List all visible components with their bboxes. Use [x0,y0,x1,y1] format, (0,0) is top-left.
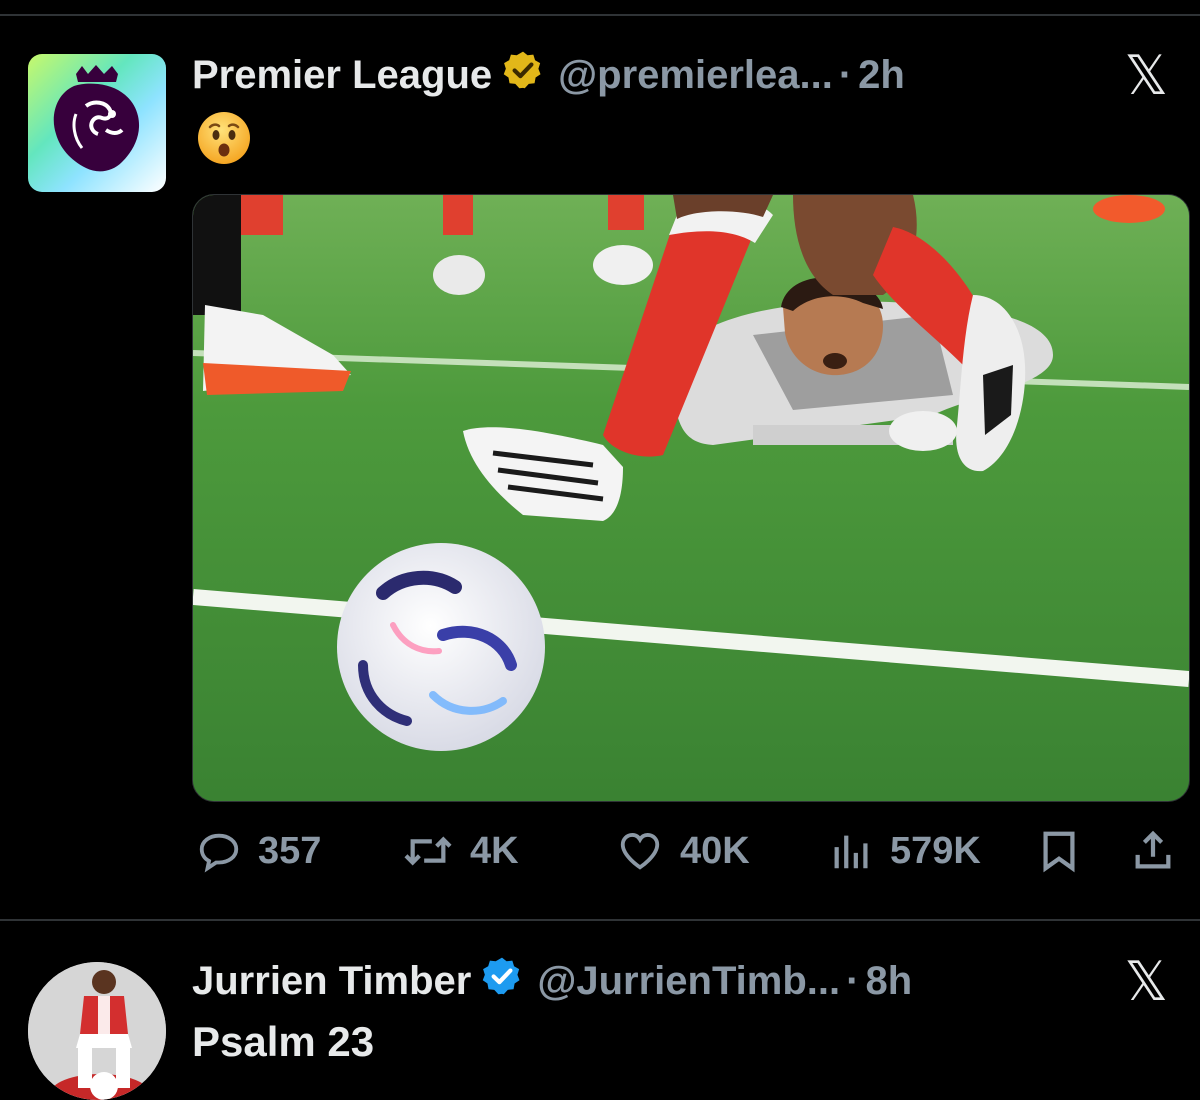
reply-count: 357 [258,829,322,872]
author-handle[interactable]: @JurrienTimb... [537,959,840,1004]
avatar[interactable] [28,962,166,1100]
like-count: 40K [680,829,750,872]
reply-button[interactable]: 357 [194,828,321,874]
bar-chart-icon [834,835,868,869]
separator-dot: · [838,52,853,97]
heart-icon [620,832,660,870]
avatar[interactable] [28,54,166,192]
tweet-divider [0,919,1200,921]
speech-bubble-icon [199,833,239,873]
player-photo [28,962,166,1100]
author-name[interactable]: Jurrien Timber [192,959,471,1004]
author-name[interactable]: Premier League [192,53,492,98]
repost-icon [404,836,452,866]
bookmark-icon [1043,831,1075,873]
share-icon [1135,830,1171,869]
tweet-text: Psalm 23 [192,1018,375,1065]
bookmark-button[interactable] [1036,828,1096,874]
football-photo [193,195,1189,801]
share-button[interactable] [1130,828,1190,874]
x-logo-icon[interactable]: 𝕏 [1124,44,1168,107]
tweet-image[interactable] [192,194,1190,802]
views-count: 579K [890,829,981,872]
verified-blue-badge-icon [481,955,523,1007]
repost-button[interactable]: 4K [400,828,519,874]
hushed-face-emoji [196,110,252,171]
like-button[interactable]: 40K [614,828,750,874]
repost-count: 4K [470,829,519,872]
views-button[interactable]: 579K [828,828,981,874]
separator-dot: · [846,958,860,1003]
timestamp[interactable]: 2h [858,53,905,98]
timestamp[interactable]: 8h [865,959,912,1004]
x-logo-icon[interactable]: 𝕏 [1124,950,1168,1013]
tweet-actions: 357 4K 40K 579K [0,828,1200,878]
tweet-header: Premier League @premierlea... · 2h [192,50,905,100]
tweet-header: Jurrien Timber @JurrienTimb... · 8h [192,956,912,1006]
verified-gold-badge-icon [502,49,544,101]
top-divider [0,14,1200,16]
author-handle[interactable]: @premierlea... [558,53,833,98]
premier-league-lion-logo [53,65,140,172]
